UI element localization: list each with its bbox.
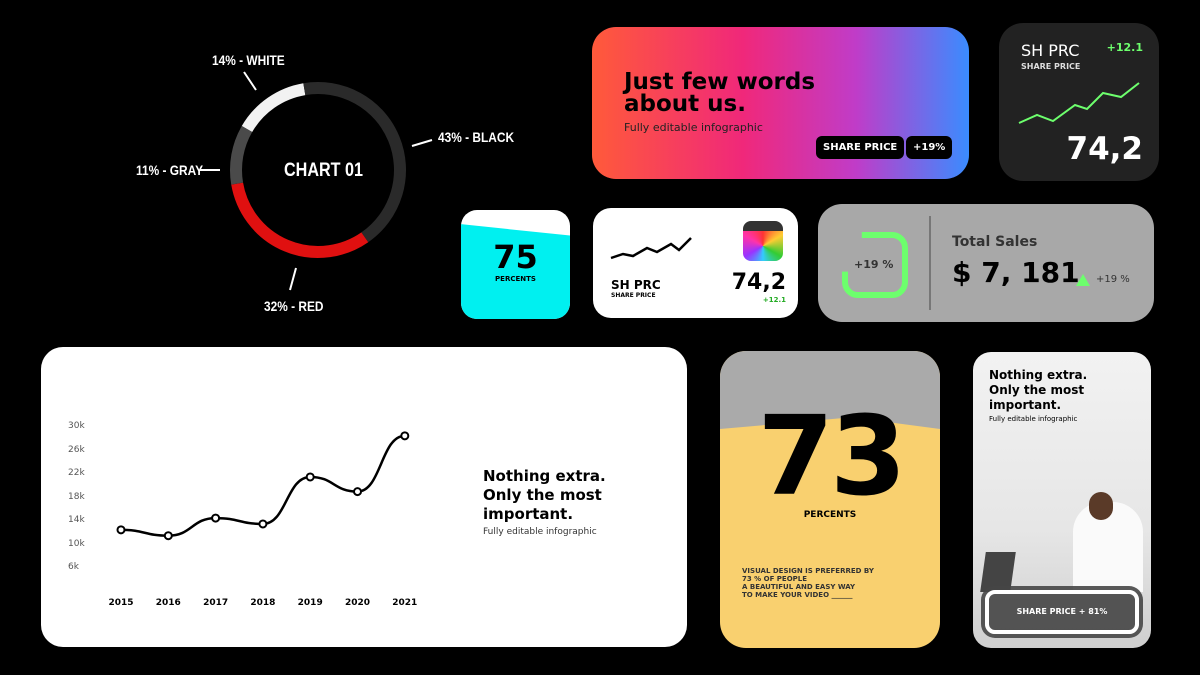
text-line: A BEAUTIFUL AND EASY WAY (742, 583, 856, 591)
photo-heading: Nothing extra. Only the most important. (989, 368, 1087, 413)
big-label: PERCENTS (803, 510, 857, 520)
person-head (1089, 492, 1113, 520)
share-price-81-button[interactable]: SHARE PRICE + 81% (985, 590, 1139, 634)
text-line: 73 % OF PEOPLE (742, 575, 808, 583)
change-button[interactable]: +19% (906, 136, 953, 159)
total-sales-card: +19 % Total Sales $ 7, 181 +19 % (818, 204, 1154, 322)
data-point (116, 525, 126, 535)
heading-line: Nothing extra. (989, 368, 1088, 382)
shprc-light-value: 74,2 (731, 270, 786, 295)
final-cut-pro-icon (743, 221, 783, 261)
photo-card: Nothing extra. Only the most important. … (973, 352, 1151, 648)
percent-73-card: 73 PERCENTS VISUAL DESIGN IS PREFERRED B… (720, 351, 940, 648)
data-point (211, 513, 221, 523)
line-chart (116, 431, 410, 541)
photo-subtitle: Fully editable infographic (989, 415, 1078, 423)
data-point (258, 519, 268, 529)
share-price-button[interactable]: SHARE PRICE (816, 136, 905, 159)
sales-value: $ 7, 181 (952, 256, 1080, 289)
data-point (353, 487, 362, 497)
up-arrow-icon (1076, 274, 1090, 286)
shprc-light-change: +12.1 (762, 296, 786, 304)
shprc-subtitle: SHARE PRICE (1021, 62, 1081, 71)
divider (929, 216, 931, 310)
shprc-value: 74,2 (1066, 131, 1144, 167)
data-point (400, 431, 410, 441)
sales-change: +19 % (1096, 274, 1130, 285)
shprc-change: +12.1 (1106, 41, 1143, 54)
text-line: TO MAKE YOUR VIDEO ______ (742, 591, 853, 599)
sparkline-icon (1018, 82, 1140, 124)
share-price-dark-card: SH PRC SHARE PRICE +12.1 74,2 (999, 23, 1159, 181)
heading-line: important. (989, 398, 1062, 412)
data-point (163, 531, 173, 541)
laptop (980, 552, 1016, 592)
yellow-text: VISUAL DESIGN IS PREFERRED BY 73 % OF PE… (742, 567, 874, 599)
sales-title: Total Sales (952, 234, 1038, 250)
big-value: 73 (757, 392, 906, 520)
data-point (305, 472, 315, 482)
text-line: VISUAL DESIGN IS PREFERRED BY (742, 567, 874, 575)
shprc-title: SH PRC (1021, 41, 1080, 60)
heading-line: Only the most (989, 383, 1085, 397)
ring-label: +19 % (854, 258, 894, 271)
